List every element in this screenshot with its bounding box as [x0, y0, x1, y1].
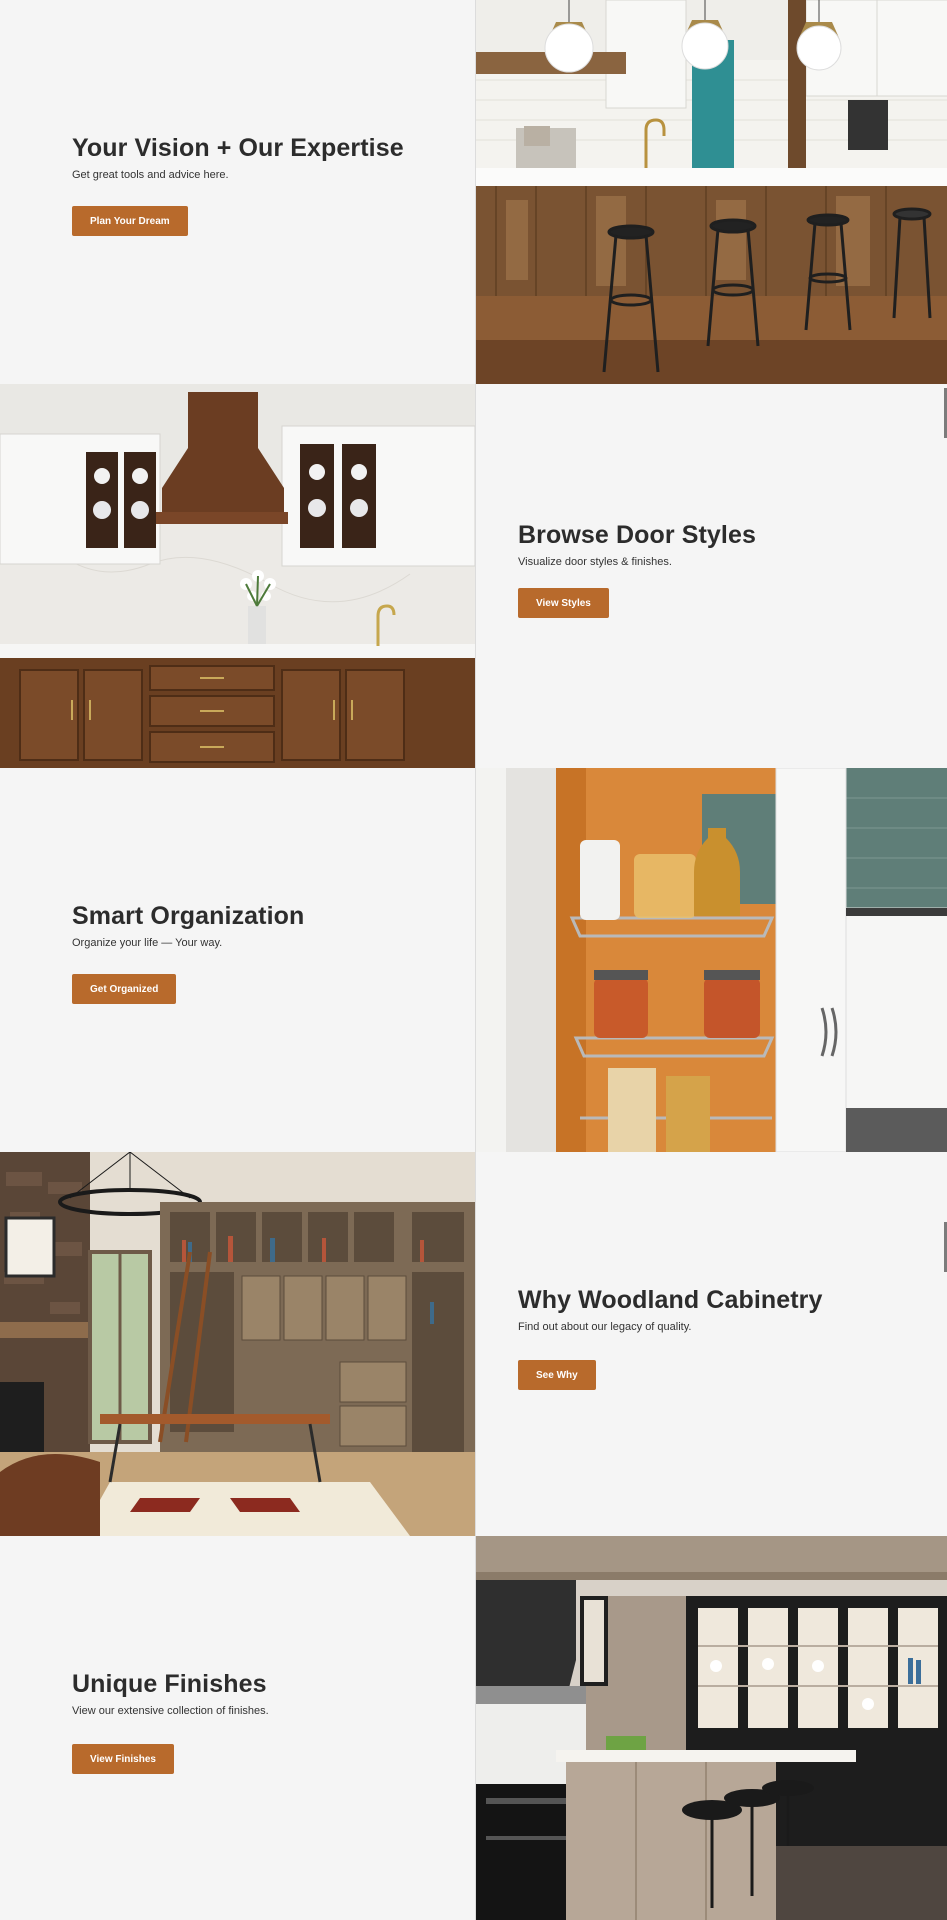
section-heading: Browse Door Styles — [518, 521, 756, 549]
view-finishes-button[interactable]: View Finishes — [72, 1744, 174, 1774]
section-text-panel: Unique Finishes View our extensive colle… — [0, 1536, 475, 1920]
section-finishes: Unique Finishes View our extensive colle… — [0, 1536, 947, 1920]
pull-out-pantry-image — [475, 768, 947, 1152]
section-text-panel: Your Vision + Our Expertise Get great to… — [0, 0, 475, 384]
section-organization: Smart Organization Organize your life — … — [0, 768, 947, 1152]
plan-your-dream-button[interactable]: Plan Your Dream — [72, 206, 188, 236]
walnut-kitchen-image — [0, 384, 475, 768]
gray-kitchen-image — [475, 1536, 947, 1920]
section-heading: Why Woodland Cabinetry — [518, 1286, 823, 1314]
section-subtext: Find out about our legacy of quality. — [518, 1321, 692, 1333]
section-heading: Smart Organization — [72, 902, 305, 930]
see-why-button[interactable]: See Why — [518, 1360, 596, 1390]
section-subtext: Get great tools and advice here. — [72, 169, 229, 181]
page: Your Vision + Our Expertise Get great to… — [0, 0, 947, 1920]
home-office-image — [0, 1152, 475, 1536]
section-text-panel: Browse Door Styles Visualize door styles… — [475, 384, 947, 768]
section-subtext: Organize your life — Your way. — [72, 937, 223, 949]
view-styles-button[interactable]: View Styles — [518, 588, 609, 618]
kitchen-island-image — [475, 0, 947, 384]
section-text-panel: Why Woodland Cabinetry Find out about ou… — [475, 1152, 947, 1536]
section-heading: Your Vision + Our Expertise — [72, 134, 404, 162]
section-subtext: Visualize door styles & finishes. — [518, 556, 672, 568]
section-why-woodland: Why Woodland Cabinetry Find out about ou… — [0, 1152, 947, 1536]
get-organized-button[interactable]: Get Organized — [72, 974, 177, 1004]
section-subtext: View our extensive collection of finishe… — [72, 1705, 269, 1717]
section-vision: Your Vision + Our Expertise Get great to… — [0, 0, 947, 384]
section-door-styles: Browse Door Styles Visualize door styles… — [0, 384, 947, 768]
section-heading: Unique Finishes — [72, 1670, 267, 1698]
section-text-panel: Smart Organization Organize your life — … — [0, 768, 475, 1152]
